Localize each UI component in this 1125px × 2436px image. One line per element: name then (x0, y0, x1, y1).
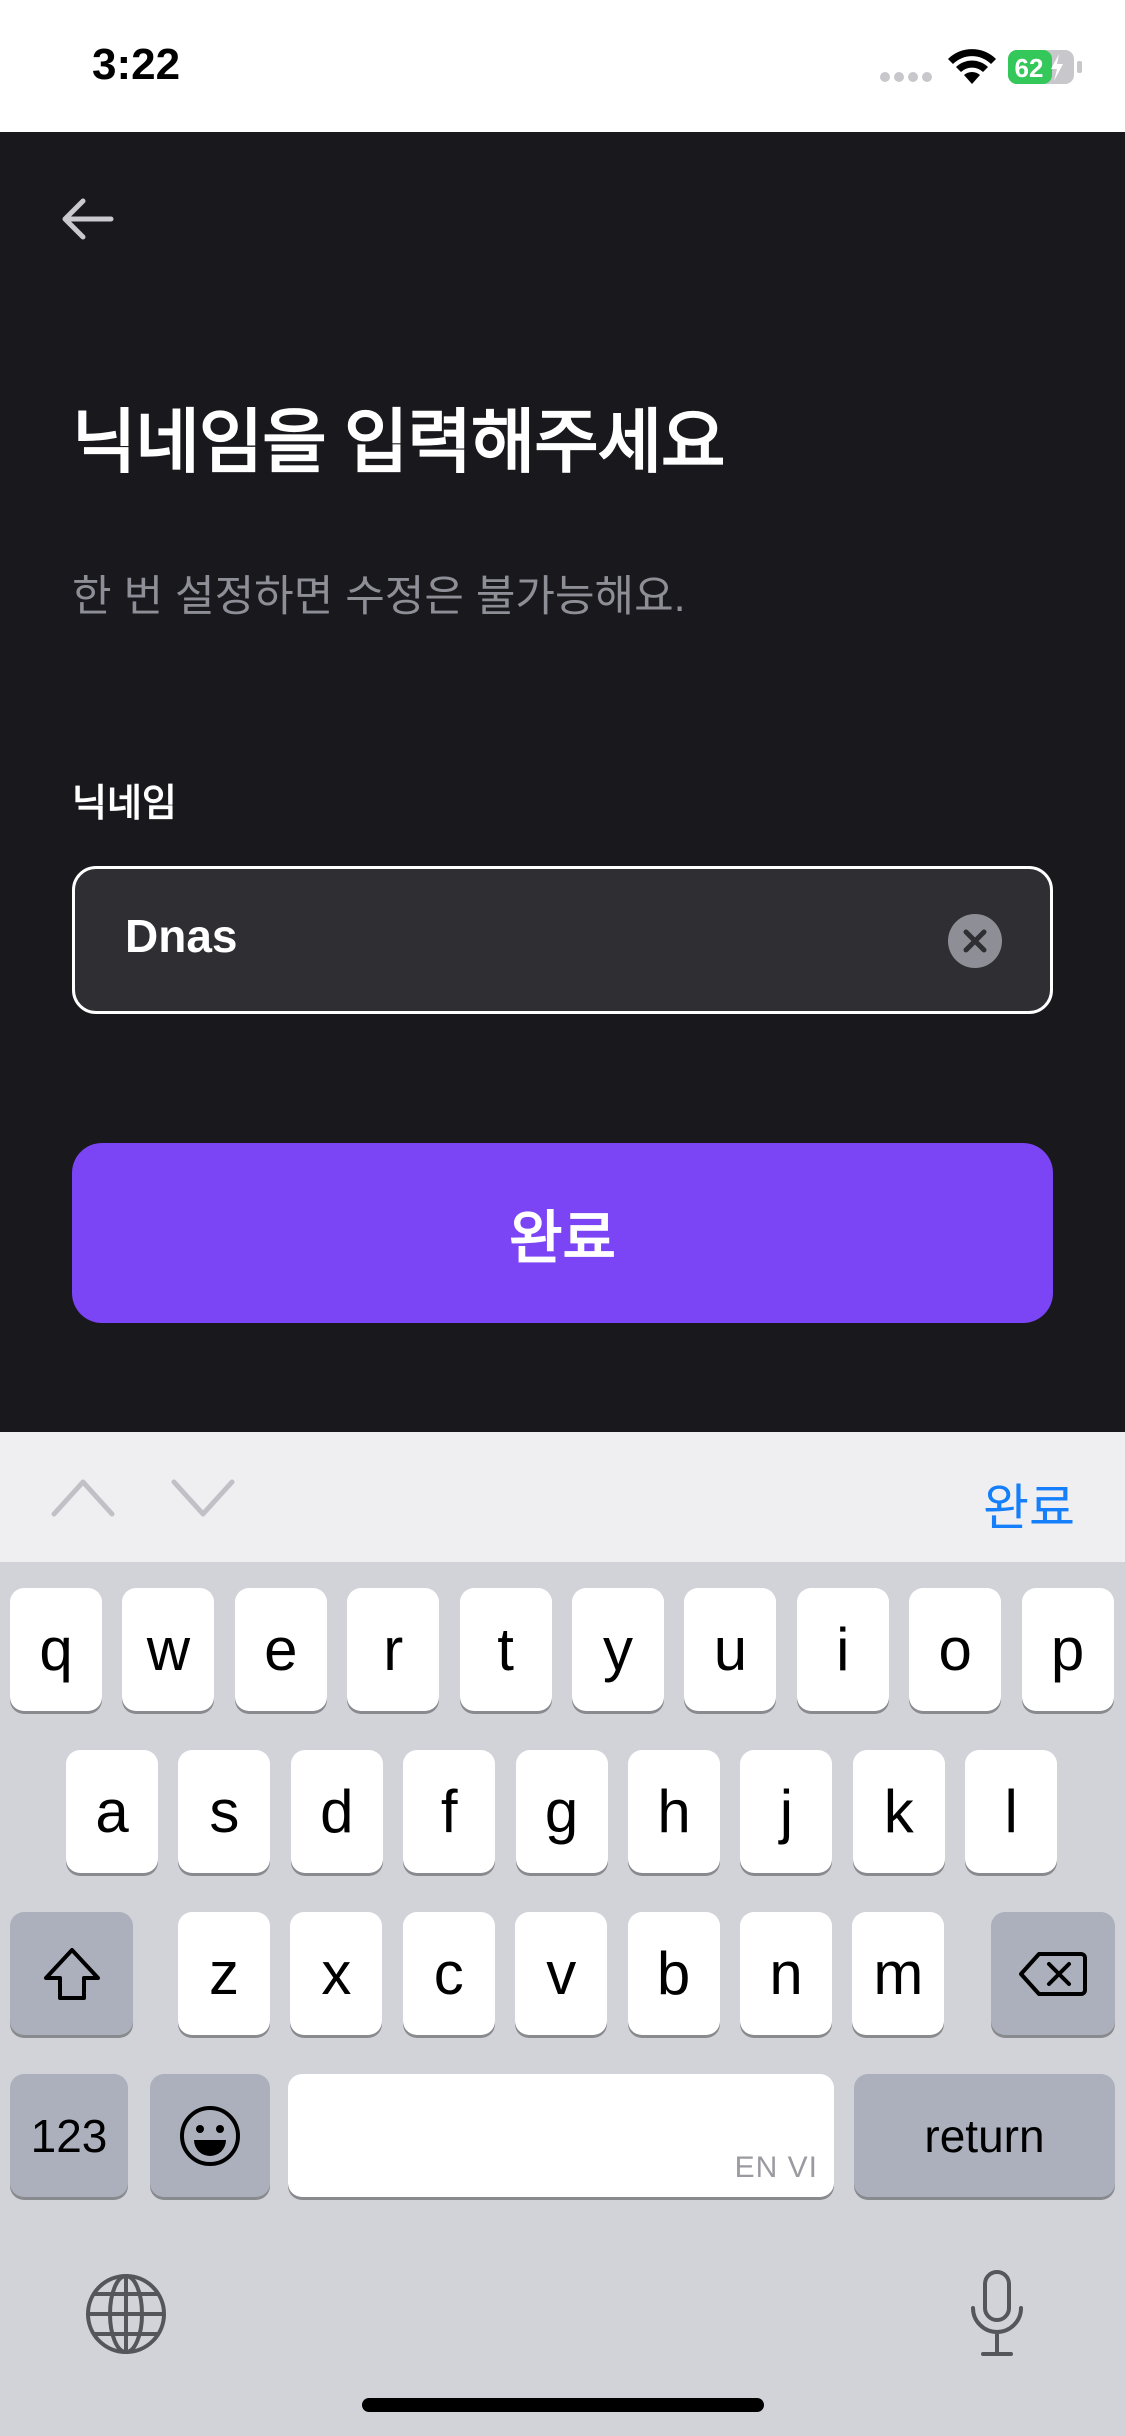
key-e[interactable]: e (234, 1588, 327, 1711)
key-d[interactable]: d (290, 1750, 383, 1873)
key-z[interactable]: z (178, 1912, 270, 2035)
clear-input-button[interactable] (948, 914, 1002, 968)
key-f[interactable]: f (403, 1750, 496, 1873)
microphone-icon[interactable] (968, 2268, 1026, 2360)
backspace-icon (1019, 1951, 1087, 1996)
page-subtitle: 한 번 설정하면 수정은 불가능해요. (72, 573, 686, 621)
nickname-label: 닉네임 (72, 783, 177, 825)
key-u[interactable]: u (684, 1588, 777, 1711)
keyboard: qwertyuiop asdfghjkl zxcvbnm 123 EN VI r… (0, 1562, 1125, 2436)
back-button[interactable] (52, 184, 122, 254)
status-time: 3:22 (92, 40, 181, 89)
key-h[interactable]: h (628, 1750, 720, 1873)
arrow-left-icon (62, 198, 114, 240)
key-r[interactable]: r (347, 1588, 440, 1711)
key-k[interactable]: k (852, 1750, 945, 1873)
key-c[interactable]: c (402, 1912, 495, 2035)
key-t[interactable]: t (459, 1588, 552, 1711)
key-p[interactable]: p (1021, 1588, 1114, 1711)
battery-icon: 62 (1008, 50, 1082, 84)
home-indicator (362, 2398, 764, 2412)
space-key[interactable]: EN VI (288, 2074, 834, 2197)
emoji-icon (180, 2105, 240, 2166)
key-b[interactable]: b (627, 1912, 720, 2035)
key-s[interactable]: s (178, 1750, 271, 1873)
key-g[interactable]: g (515, 1750, 608, 1873)
complete-button[interactable]: 완료 (72, 1143, 1053, 1323)
complete-button-label: 완료 (509, 1206, 616, 1271)
key-y[interactable]: y (572, 1588, 664, 1711)
key-a[interactable]: a (66, 1750, 158, 1873)
key-j[interactable]: j (740, 1750, 833, 1873)
wifi-icon (948, 49, 996, 84)
key-v[interactable]: v (515, 1912, 608, 2035)
space-language-label: EN VI (734, 2151, 818, 2184)
key-q[interactable]: q (10, 1588, 102, 1711)
signal-icon (880, 72, 934, 84)
return-key[interactable]: return (854, 2074, 1115, 2197)
nickname-input-value[interactable]: Dnas (125, 909, 237, 963)
battery-level: 62 (1015, 53, 1044, 83)
status-bar: 3:22 62 (0, 0, 1125, 132)
key-o[interactable]: o (909, 1588, 1002, 1711)
key-n[interactable]: n (740, 1912, 832, 2035)
key-l[interactable]: l (965, 1750, 1058, 1873)
accessory-done-button[interactable]: 완료 (983, 1468, 1075, 1540)
nickname-screen: 닉네임을 입력해주세요 한 번 설정하면 수정은 불가능해요. 닉네임 Dnas… (0, 132, 1125, 1432)
key-m[interactable]: m (852, 1912, 945, 2035)
shift-key[interactable] (10, 1912, 133, 2035)
keyboard-accessory-bar: 완료 (0, 1432, 1125, 1562)
numbers-key[interactable]: 123 (10, 2074, 128, 2197)
nickname-input[interactable]: Dnas (72, 866, 1053, 1014)
clear-circle-icon (963, 929, 987, 953)
globe-icon[interactable] (84, 2272, 168, 2356)
key-x[interactable]: x (290, 1912, 383, 2035)
page-title: 닉네임을 입력해주세요 (72, 403, 725, 481)
chevron-up-icon[interactable] (50, 1474, 116, 1520)
shift-icon (43, 1947, 100, 2000)
key-w[interactable]: w (122, 1588, 215, 1711)
emoji-key[interactable] (150, 2074, 270, 2197)
key-i[interactable]: i (796, 1588, 889, 1711)
delete-key[interactable] (991, 1912, 1115, 2035)
chevron-down-icon[interactable] (170, 1474, 236, 1520)
